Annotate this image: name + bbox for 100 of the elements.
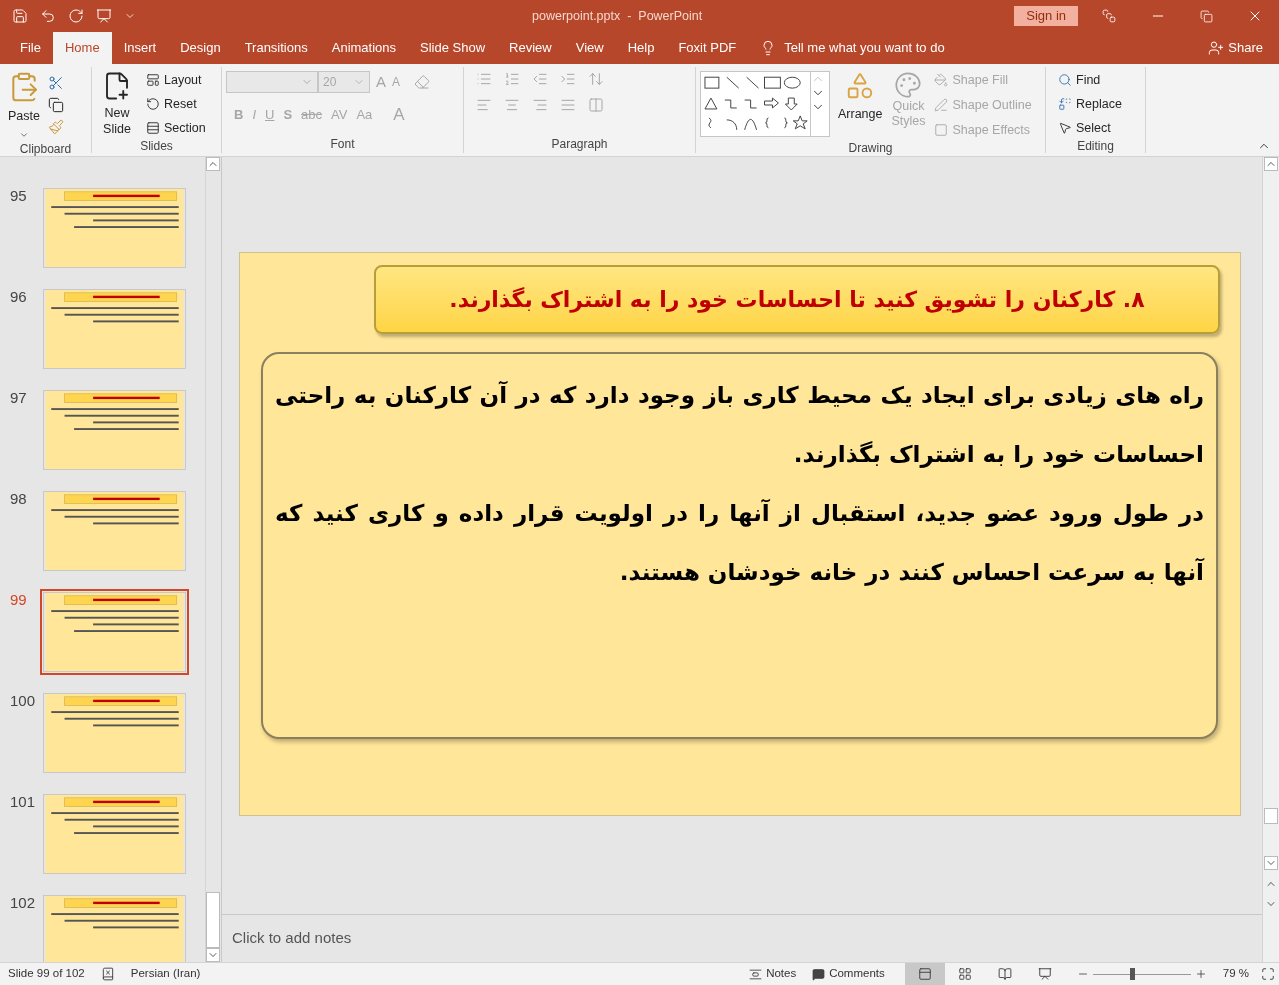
scroll-down-icon[interactable] bbox=[206, 948, 220, 962]
slides-command[interactable]: Layout bbox=[146, 71, 206, 90]
decrease-indent-icon[interactable] bbox=[532, 71, 548, 87]
line-spacing-icon[interactable] bbox=[588, 71, 604, 87]
align-center-icon[interactable] bbox=[504, 97, 520, 113]
ribbon-tab[interactable]: Home bbox=[52, 32, 112, 64]
zoom-in-icon[interactable] bbox=[1194, 968, 1207, 980]
align-left-icon[interactable] bbox=[476, 97, 492, 113]
new-slide-button[interactable]: New Slide bbox=[96, 71, 138, 138]
zoom-slider[interactable] bbox=[1092, 968, 1191, 980]
pen-icon bbox=[934, 98, 949, 113]
share-button[interactable]: Share bbox=[1208, 32, 1279, 64]
slides-command[interactable]: Section bbox=[146, 118, 206, 138]
slides-command[interactable]: Reset bbox=[146, 94, 206, 114]
comments-button[interactable]: Comments bbox=[812, 965, 885, 983]
slide-thumbnail[interactable] bbox=[40, 892, 189, 962]
fit-to-window-icon[interactable] bbox=[1261, 967, 1275, 981]
scroll-down-icon[interactable] bbox=[1264, 856, 1278, 870]
scrollbar-thumb[interactable] bbox=[1264, 808, 1278, 824]
ribbon-display-icon[interactable] bbox=[1102, 9, 1116, 23]
arrange-button[interactable]: Arrange bbox=[838, 71, 883, 140]
slide-thumbnail[interactable] bbox=[40, 589, 189, 675]
grid-view-icon bbox=[957, 967, 972, 981]
slide-title: ۸. کارکنان را تشویق کنید تا احساسات خود را به اشتراک بگذارند. bbox=[449, 286, 1145, 315]
layout-icon bbox=[146, 73, 160, 88]
slide-number: 100 bbox=[9, 691, 37, 711]
notes-icon bbox=[749, 967, 763, 981]
window-title: powerpoint.pptx - PowerPoint bbox=[532, 7, 703, 25]
zoom-slider-thumb[interactable] bbox=[1129, 968, 1135, 980]
numbering-icon[interactable] bbox=[504, 71, 520, 87]
slide-thumbnail[interactable] bbox=[40, 690, 189, 776]
ribbon-tab[interactable]: View bbox=[563, 32, 616, 64]
ribbon-tab[interactable]: File bbox=[8, 32, 53, 64]
slide-paragraph: در طول ورود عضو جدید، استقبال از آنها را در اولویت قرار داده و کاری کنید که آنها به سرعت احساس کنند در خانه خودشان هستند. bbox=[275, 498, 1204, 588]
paintbrush-icon[interactable] bbox=[48, 119, 64, 135]
notes-button[interactable]: Notes bbox=[749, 965, 797, 983]
restore-icon[interactable] bbox=[1200, 9, 1213, 23]
group-label: Clipboard bbox=[19, 140, 72, 158]
spelling-icon[interactable] bbox=[100, 967, 115, 981]
paint-bucket-icon bbox=[934, 73, 949, 88]
editing-command[interactable]: Select bbox=[1058, 118, 1141, 138]
ribbon-tab[interactable]: Insert bbox=[111, 32, 169, 64]
notes-placeholder[interactable]: Click to add notes bbox=[232, 927, 352, 950]
user-plus-icon bbox=[1208, 40, 1225, 56]
slide-thumbnail[interactable] bbox=[40, 387, 189, 473]
presentation-icon[interactable] bbox=[96, 8, 112, 24]
scroll-up-icon[interactable] bbox=[206, 157, 220, 171]
slideshow-icon bbox=[1037, 967, 1052, 981]
group-label: Font bbox=[330, 136, 355, 153]
ribbon-tab[interactable]: Transitions bbox=[232, 32, 320, 64]
scroll-up-icon[interactable] bbox=[1264, 157, 1278, 171]
slide-number: 99 bbox=[9, 590, 28, 610]
view-button[interactable] bbox=[904, 962, 945, 985]
undo-icon[interactable] bbox=[40, 8, 56, 24]
font-name-field[interactable] bbox=[226, 71, 318, 94]
palette-icon bbox=[894, 71, 923, 99]
editing-command[interactable]: Find bbox=[1058, 71, 1141, 90]
group-label: Editing bbox=[1077, 138, 1114, 156]
paste-button[interactable]: Paste bbox=[8, 71, 40, 140]
ribbon-tab[interactable]: Design bbox=[168, 32, 233, 64]
slide-thumbnail[interactable] bbox=[40, 286, 189, 372]
slide-paragraph: راه های زیادی برای ایجاد یک محیط کاری باز وجود دارد که در آن کارکنان به راحتی احساسات خود را به اشتراک بگذارند. bbox=[275, 380, 1204, 470]
slide-thumbnail[interactable] bbox=[40, 488, 189, 574]
bullets-icon[interactable] bbox=[476, 71, 492, 87]
zoom-level[interactable]: 79 % bbox=[1222, 965, 1249, 983]
tell-me-search[interactable]: Tell me what you want to do bbox=[784, 38, 945, 58]
group-label: Paragraph bbox=[551, 136, 608, 153]
slide-number: 98 bbox=[9, 489, 28, 509]
editing-command[interactable]: Replace bbox=[1058, 94, 1141, 114]
language-label[interactable]: Persian (Iran) bbox=[130, 965, 201, 983]
ribbon-tab[interactable]: Slide Show bbox=[408, 32, 498, 64]
eraser-icon[interactable] bbox=[414, 74, 431, 91]
ribbon-tab[interactable]: Animations bbox=[319, 32, 409, 64]
square-icon bbox=[934, 122, 949, 137]
save-icon[interactable] bbox=[12, 8, 28, 24]
replace-icon bbox=[1058, 97, 1072, 112]
ribbon-tab[interactable]: Review bbox=[497, 32, 564, 64]
justify-icon[interactable] bbox=[560, 97, 576, 113]
redo-icon[interactable] bbox=[68, 8, 84, 24]
ribbon-tab[interactable]: Help bbox=[615, 32, 667, 64]
slide-number: 101 bbox=[9, 792, 37, 812]
slide-number: 97 bbox=[9, 388, 28, 408]
group-label: Drawing bbox=[848, 140, 893, 158]
copy-icon[interactable] bbox=[48, 97, 64, 113]
sign-in-button[interactable]: Sign in bbox=[1014, 6, 1078, 26]
normal-view-icon bbox=[917, 967, 932, 981]
scissors-icon[interactable] bbox=[48, 75, 64, 91]
scrollbar-thumb[interactable] bbox=[206, 892, 220, 948]
search-icon bbox=[1058, 73, 1072, 88]
slide-number: 102 bbox=[9, 893, 37, 913]
comment-icon bbox=[812, 967, 826, 981]
section-icon bbox=[146, 120, 160, 135]
slide-thumbnail[interactable] bbox=[40, 185, 189, 271]
slide-thumbnail[interactable] bbox=[40, 791, 189, 877]
slide-counter: Slide 99 of 102 bbox=[8, 966, 85, 982]
ribbon-tab[interactable]: Foxit PDF bbox=[666, 32, 749, 64]
increase-indent-icon[interactable] bbox=[560, 71, 576, 87]
pointer-icon bbox=[1058, 120, 1072, 135]
group-label: Slides bbox=[140, 138, 173, 156]
align-right-icon[interactable] bbox=[532, 97, 548, 113]
